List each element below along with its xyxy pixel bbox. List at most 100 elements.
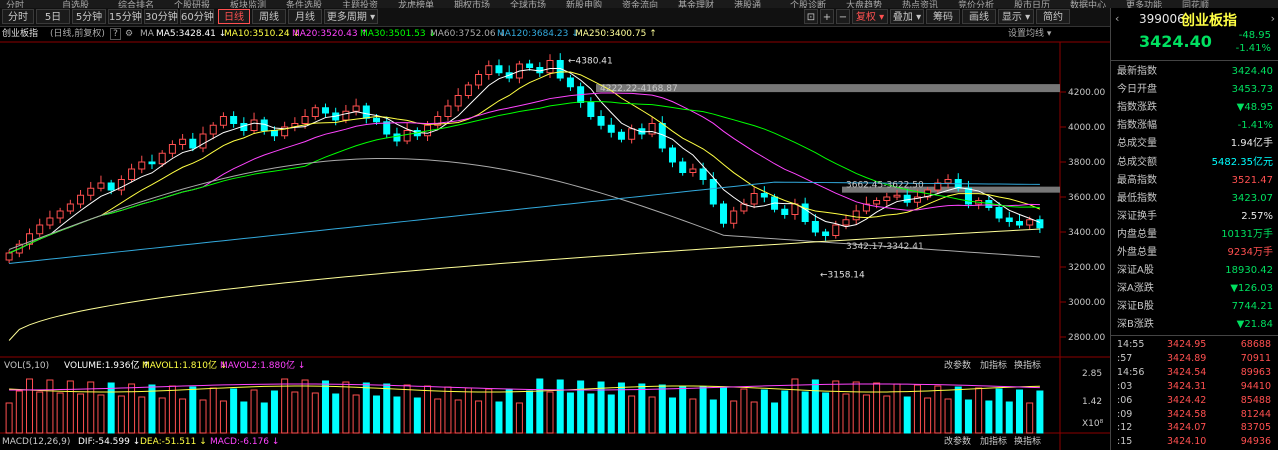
candle-body	[87, 187, 95, 196]
quote-row-label: 深证换手	[1117, 210, 1157, 222]
candle-body	[607, 124, 615, 133]
volume-bar	[832, 380, 840, 434]
volume-bar	[240, 401, 248, 434]
candle-body	[454, 95, 462, 107]
volume-bar	[332, 393, 340, 434]
quote-row-label: 外盘总量	[1117, 247, 1157, 258]
vol-axis-label: X10⁸	[1082, 419, 1104, 429]
candle-body	[566, 77, 574, 88]
candle-body	[373, 117, 381, 123]
ma20-line	[8, 92, 1040, 254]
volume-bar	[148, 384, 156, 434]
quote-row-label: 最新指数	[1117, 66, 1157, 77]
mavol2-value: MAVOL2:1.880亿 ↓	[220, 359, 305, 371]
volume-bar	[873, 382, 881, 434]
price-axis-label: 3800.00	[1068, 158, 1105, 168]
macd-button[interactable]: 改参数	[944, 435, 971, 447]
candle-body	[475, 74, 483, 86]
candle-body	[617, 131, 625, 140]
candle-body	[760, 193, 768, 198]
volume-bar	[15, 390, 23, 434]
candle-body	[362, 105, 370, 119]
vol-axis-label: 1.42	[1082, 397, 1102, 407]
volume-bar	[301, 379, 309, 434]
quote-row-value: 9234万手	[1227, 247, 1273, 258]
volume-bar	[87, 381, 95, 434]
price-axis-label: 2800.00	[1068, 333, 1105, 343]
volume-bar	[179, 398, 187, 434]
volume-bar	[46, 379, 54, 434]
macd-label: MACD(12,26,9)	[2, 437, 70, 447]
candle-body	[138, 161, 146, 170]
tick-time: :57	[1117, 352, 1133, 364]
volume-bar	[975, 387, 983, 434]
quote-row: 最新指数 3424.40	[1111, 63, 1278, 81]
volume-bar	[985, 400, 993, 434]
volume-bar	[811, 379, 819, 434]
tick-vol: 85488	[1240, 394, 1271, 406]
kline-chart[interactable]: 4200.00 4000.00 3800.00 3600.00 3400.00 3200.…	[0, 0, 1110, 450]
candle-body	[526, 63, 534, 68]
tick-price: 3424.54	[1167, 366, 1207, 378]
volume-bar	[883, 395, 891, 434]
tick-vol: 94410	[1240, 380, 1271, 392]
candle-body	[66, 203, 74, 212]
volume-bar	[801, 391, 809, 434]
candle-body	[883, 196, 891, 201]
vol-button[interactable]: 换指标	[1014, 359, 1041, 371]
candle-body	[352, 105, 360, 112]
volume-bar	[311, 392, 319, 434]
macd-button[interactable]: 换指标	[1014, 435, 1041, 447]
candle-body	[822, 231, 830, 236]
tick-time: :06	[1117, 394, 1133, 406]
candle-body	[873, 200, 881, 205]
quote-row: 深证A股 18930.42	[1111, 262, 1278, 280]
volume-bar	[668, 397, 676, 434]
candle-body	[628, 128, 636, 140]
current-price: 3424.40	[1139, 32, 1212, 51]
quote-row: 最低指数 3423.07	[1111, 190, 1278, 208]
volume-bar	[852, 381, 860, 434]
volume-bar	[709, 399, 717, 434]
quote-row-value: ▼126.03	[1230, 283, 1273, 295]
macd-button[interactable]: 加指标	[980, 435, 1007, 447]
quote-row: 今日开盘 3453.73	[1111, 81, 1278, 99]
forward-icon[interactable]: ›	[1271, 12, 1275, 25]
tick-time: :15	[1117, 436, 1133, 448]
quote-row-label: 最低指数	[1117, 192, 1157, 204]
price-axis-label: 3000.00	[1068, 298, 1105, 308]
tick-row: :15 3424.10 94936	[1111, 435, 1278, 449]
quote-row-label: 总成交量	[1117, 138, 1157, 150]
quote-row-label: 深证A股	[1117, 265, 1154, 277]
volume-bar	[699, 386, 707, 434]
quote-row: 最高指数 3521.47	[1111, 172, 1278, 190]
volume-bar	[434, 398, 442, 434]
index-code: 399006	[1139, 12, 1185, 26]
quote-row-value: ▼48.95	[1236, 102, 1273, 114]
volume-bar	[1005, 401, 1013, 434]
vol-button[interactable]: 改参数	[944, 359, 971, 371]
candle-body	[230, 116, 238, 124]
candle-body	[709, 179, 717, 205]
quote-header: ‹ 399006 创业板指 › 3424.40 -48.95 -1.41%	[1111, 8, 1278, 61]
volume-bar	[393, 396, 401, 434]
tick-row: :09 3424.58 81244	[1111, 408, 1278, 422]
quote-row: 指数涨跌 ▼48.95	[1111, 99, 1278, 117]
quote-row-value: ▼21.84	[1236, 319, 1273, 331]
tick-row: :06 3424.42 85488	[1111, 394, 1278, 408]
volume-bar	[842, 393, 850, 434]
volume-bar	[383, 383, 391, 434]
vol-button[interactable]: 加指标	[980, 359, 1007, 371]
candle-body	[403, 130, 411, 142]
back-icon[interactable]: ‹	[1115, 12, 1119, 25]
candle-body	[393, 133, 401, 142]
tick-price: 3424.07	[1167, 422, 1207, 434]
ma30-line	[8, 101, 1040, 254]
vol-value: VOLUME:1.936亿 ↑	[64, 359, 150, 371]
volume-bar	[5, 402, 13, 434]
volume-bar	[556, 379, 564, 434]
volume-bar	[944, 398, 952, 434]
quote-row-label: 深A涨跌	[1117, 283, 1154, 295]
volume-bar	[107, 382, 115, 434]
quote-row-value: 7744.21	[1231, 301, 1273, 313]
